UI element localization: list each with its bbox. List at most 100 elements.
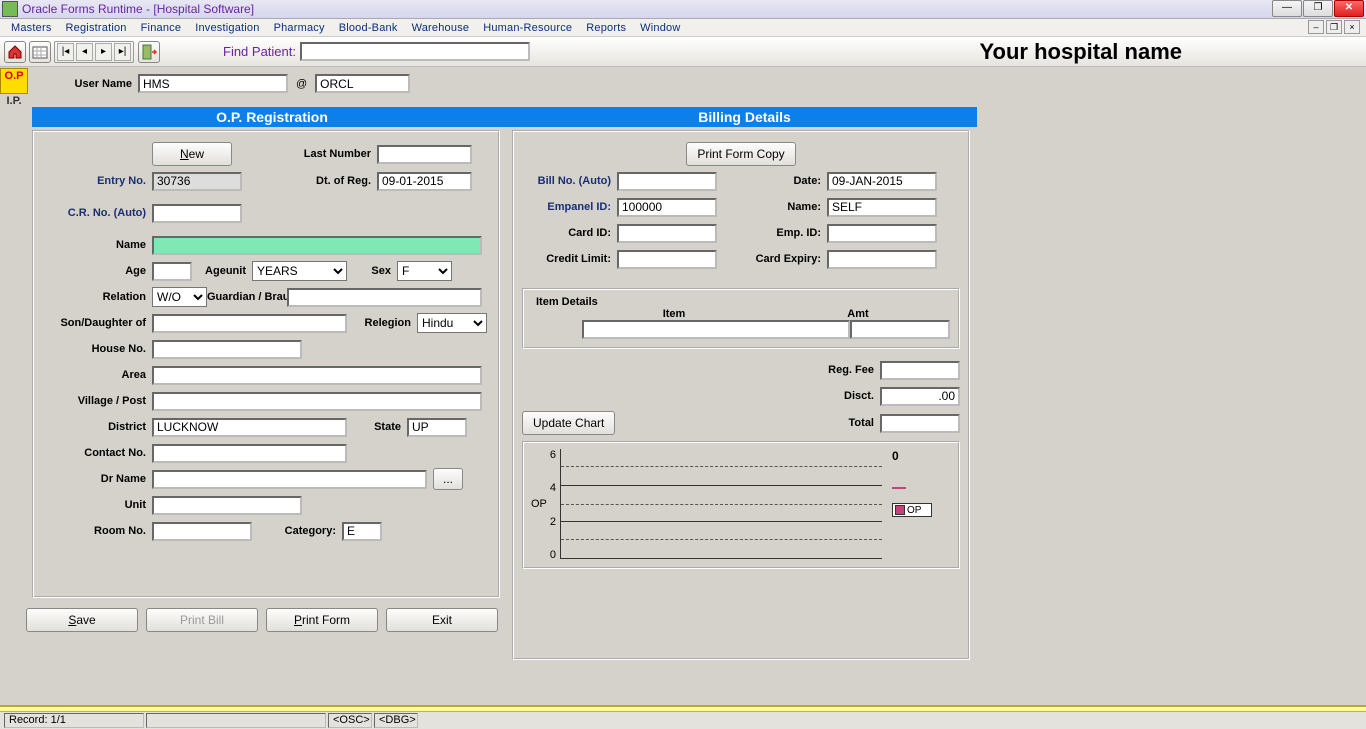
chart-legend: OP [892, 503, 932, 517]
print-form-copy-button[interactable]: Print Form Copy [686, 142, 795, 166]
status-osc: <OSC> [328, 713, 372, 728]
religion-select[interactable]: Hindu [417, 313, 487, 333]
dt-of-reg-input[interactable] [377, 172, 472, 191]
chart-legend-value: 0 [892, 449, 952, 463]
credit-limit-input[interactable] [617, 250, 717, 269]
cr-no-input[interactable] [152, 204, 242, 223]
toolbar: |◂ ◂ ▸ ▸| Find Patient: Your hospital na… [0, 37, 1366, 67]
district-input[interactable] [152, 418, 347, 437]
credit-limit-label: Credit Limit: [522, 253, 617, 265]
disct-label: Disct. [800, 390, 880, 402]
legend-swatch-icon [895, 505, 905, 515]
menubar: Masters Registration Finance Investigati… [0, 19, 1366, 37]
ytick-0: 0 [550, 549, 556, 561]
card-expiry-input[interactable] [827, 250, 937, 269]
header-billing-details: Billing Details [512, 107, 977, 127]
last-number-input[interactable] [377, 145, 472, 164]
find-patient-input[interactable] [300, 42, 530, 61]
nav-first-icon[interactable]: |◂ [57, 43, 74, 61]
nav-prev-icon[interactable]: ◂ [76, 43, 93, 61]
emp-id-label: Emp. ID: [717, 227, 827, 239]
emp-id-input[interactable] [827, 224, 937, 243]
entry-no-label: Entry No. [42, 175, 152, 187]
child-minimize-button[interactable]: – [1308, 20, 1324, 34]
item-header: Item [582, 308, 766, 320]
house-no-input[interactable] [152, 340, 302, 359]
op-tab-icon[interactable]: O.P [0, 68, 28, 94]
ytick-2: 2 [550, 516, 556, 528]
ageunit-select[interactable]: YEARS [252, 261, 347, 281]
calendar-icon[interactable] [29, 41, 51, 63]
bill-name-input[interactable] [827, 198, 937, 217]
menu-masters[interactable]: Masters [4, 21, 59, 35]
ip-tab-icon[interactable]: I.P. [0, 94, 28, 120]
nav-next-icon[interactable]: ▸ [95, 43, 112, 61]
menu-registration[interactable]: Registration [59, 21, 134, 35]
village-input[interactable] [152, 392, 482, 411]
menu-finance[interactable]: Finance [134, 21, 189, 35]
find-patient-label: Find Patient: [223, 44, 296, 59]
new-button[interactable]: NNewew [152, 142, 232, 166]
total-input[interactable] [880, 414, 960, 433]
card-id-input[interactable] [617, 224, 717, 243]
contact-input[interactable] [152, 444, 347, 463]
state-label: State [347, 421, 407, 433]
area-input[interactable] [152, 366, 482, 385]
update-chart-button[interactable]: Update Chart [522, 411, 615, 435]
amt-input[interactable] [850, 320, 950, 339]
son-daughter-input[interactable] [152, 314, 347, 333]
menu-human-resource[interactable]: Human-Resource [476, 21, 579, 35]
print-form-button[interactable]: Print Form [266, 608, 378, 632]
menu-warehouse[interactable]: Warehouse [405, 21, 477, 35]
save-button[interactable]: Save [26, 608, 138, 632]
bill-no-input[interactable] [617, 172, 717, 191]
age-input[interactable] [152, 262, 192, 281]
reg-fee-input[interactable] [880, 361, 960, 380]
status-dbg: <DBG> [374, 713, 418, 728]
name-input[interactable] [152, 236, 482, 255]
exit-button[interactable]: Exit [386, 608, 498, 632]
record-indicator: Record: 1/1 [4, 713, 144, 728]
child-close-button[interactable]: × [1344, 20, 1360, 34]
state-input[interactable] [407, 418, 467, 437]
minimize-button[interactable]: — [1272, 0, 1302, 17]
disct-input[interactable] [880, 387, 960, 406]
dr-name-input[interactable] [152, 470, 427, 489]
menu-investigation[interactable]: Investigation [188, 21, 266, 35]
item-details-legend: Item Details [532, 296, 602, 308]
guardian-input[interactable] [287, 288, 482, 307]
app-icon [2, 1, 18, 17]
browse-dr-button[interactable]: ... [433, 468, 463, 490]
menu-reports[interactable]: Reports [579, 21, 633, 35]
child-restore-button[interactable]: ❐ [1326, 20, 1342, 34]
sex-select[interactable]: F [397, 261, 452, 281]
item-input[interactable] [582, 320, 850, 339]
sex-label: Sex [347, 265, 397, 277]
username-input[interactable] [138, 74, 288, 93]
empanel-id-label: Empanel ID: [522, 201, 617, 213]
room-no-input[interactable] [152, 522, 252, 541]
close-button[interactable]: ✕ [1334, 0, 1364, 17]
menu-blood-bank[interactable]: Blood-Bank [332, 21, 405, 35]
nav-last-icon[interactable]: ▸| [114, 43, 131, 61]
menu-pharmacy[interactable]: Pharmacy [267, 21, 332, 35]
empanel-id-input[interactable] [617, 198, 717, 217]
chart-ylabel: OP [531, 498, 547, 510]
print-bill-button[interactable]: Print Bill [146, 608, 258, 632]
maximize-button[interactable]: ❐ [1303, 0, 1333, 17]
bill-date-input[interactable] [827, 172, 937, 191]
record-bar: Record: 1/1 <OSC> <DBG> [0, 711, 1366, 729]
unit-input[interactable] [152, 496, 302, 515]
ytick-4: 4 [550, 482, 556, 494]
ageunit-label: Ageunit [192, 265, 252, 277]
header-op-registration: O.P. Registration [32, 107, 512, 127]
village-label: Village / Post [42, 395, 152, 407]
titlebar: Oracle Forms Runtime - [Hospital Softwar… [0, 0, 1366, 19]
room-no-label: Room No. [42, 525, 152, 537]
relation-select[interactable]: W/O [152, 287, 207, 307]
db-input[interactable] [315, 74, 410, 93]
category-input[interactable] [342, 522, 382, 541]
exit-door-icon[interactable] [138, 41, 160, 63]
home-icon[interactable] [4, 41, 26, 63]
menu-window[interactable]: Window [633, 21, 687, 35]
